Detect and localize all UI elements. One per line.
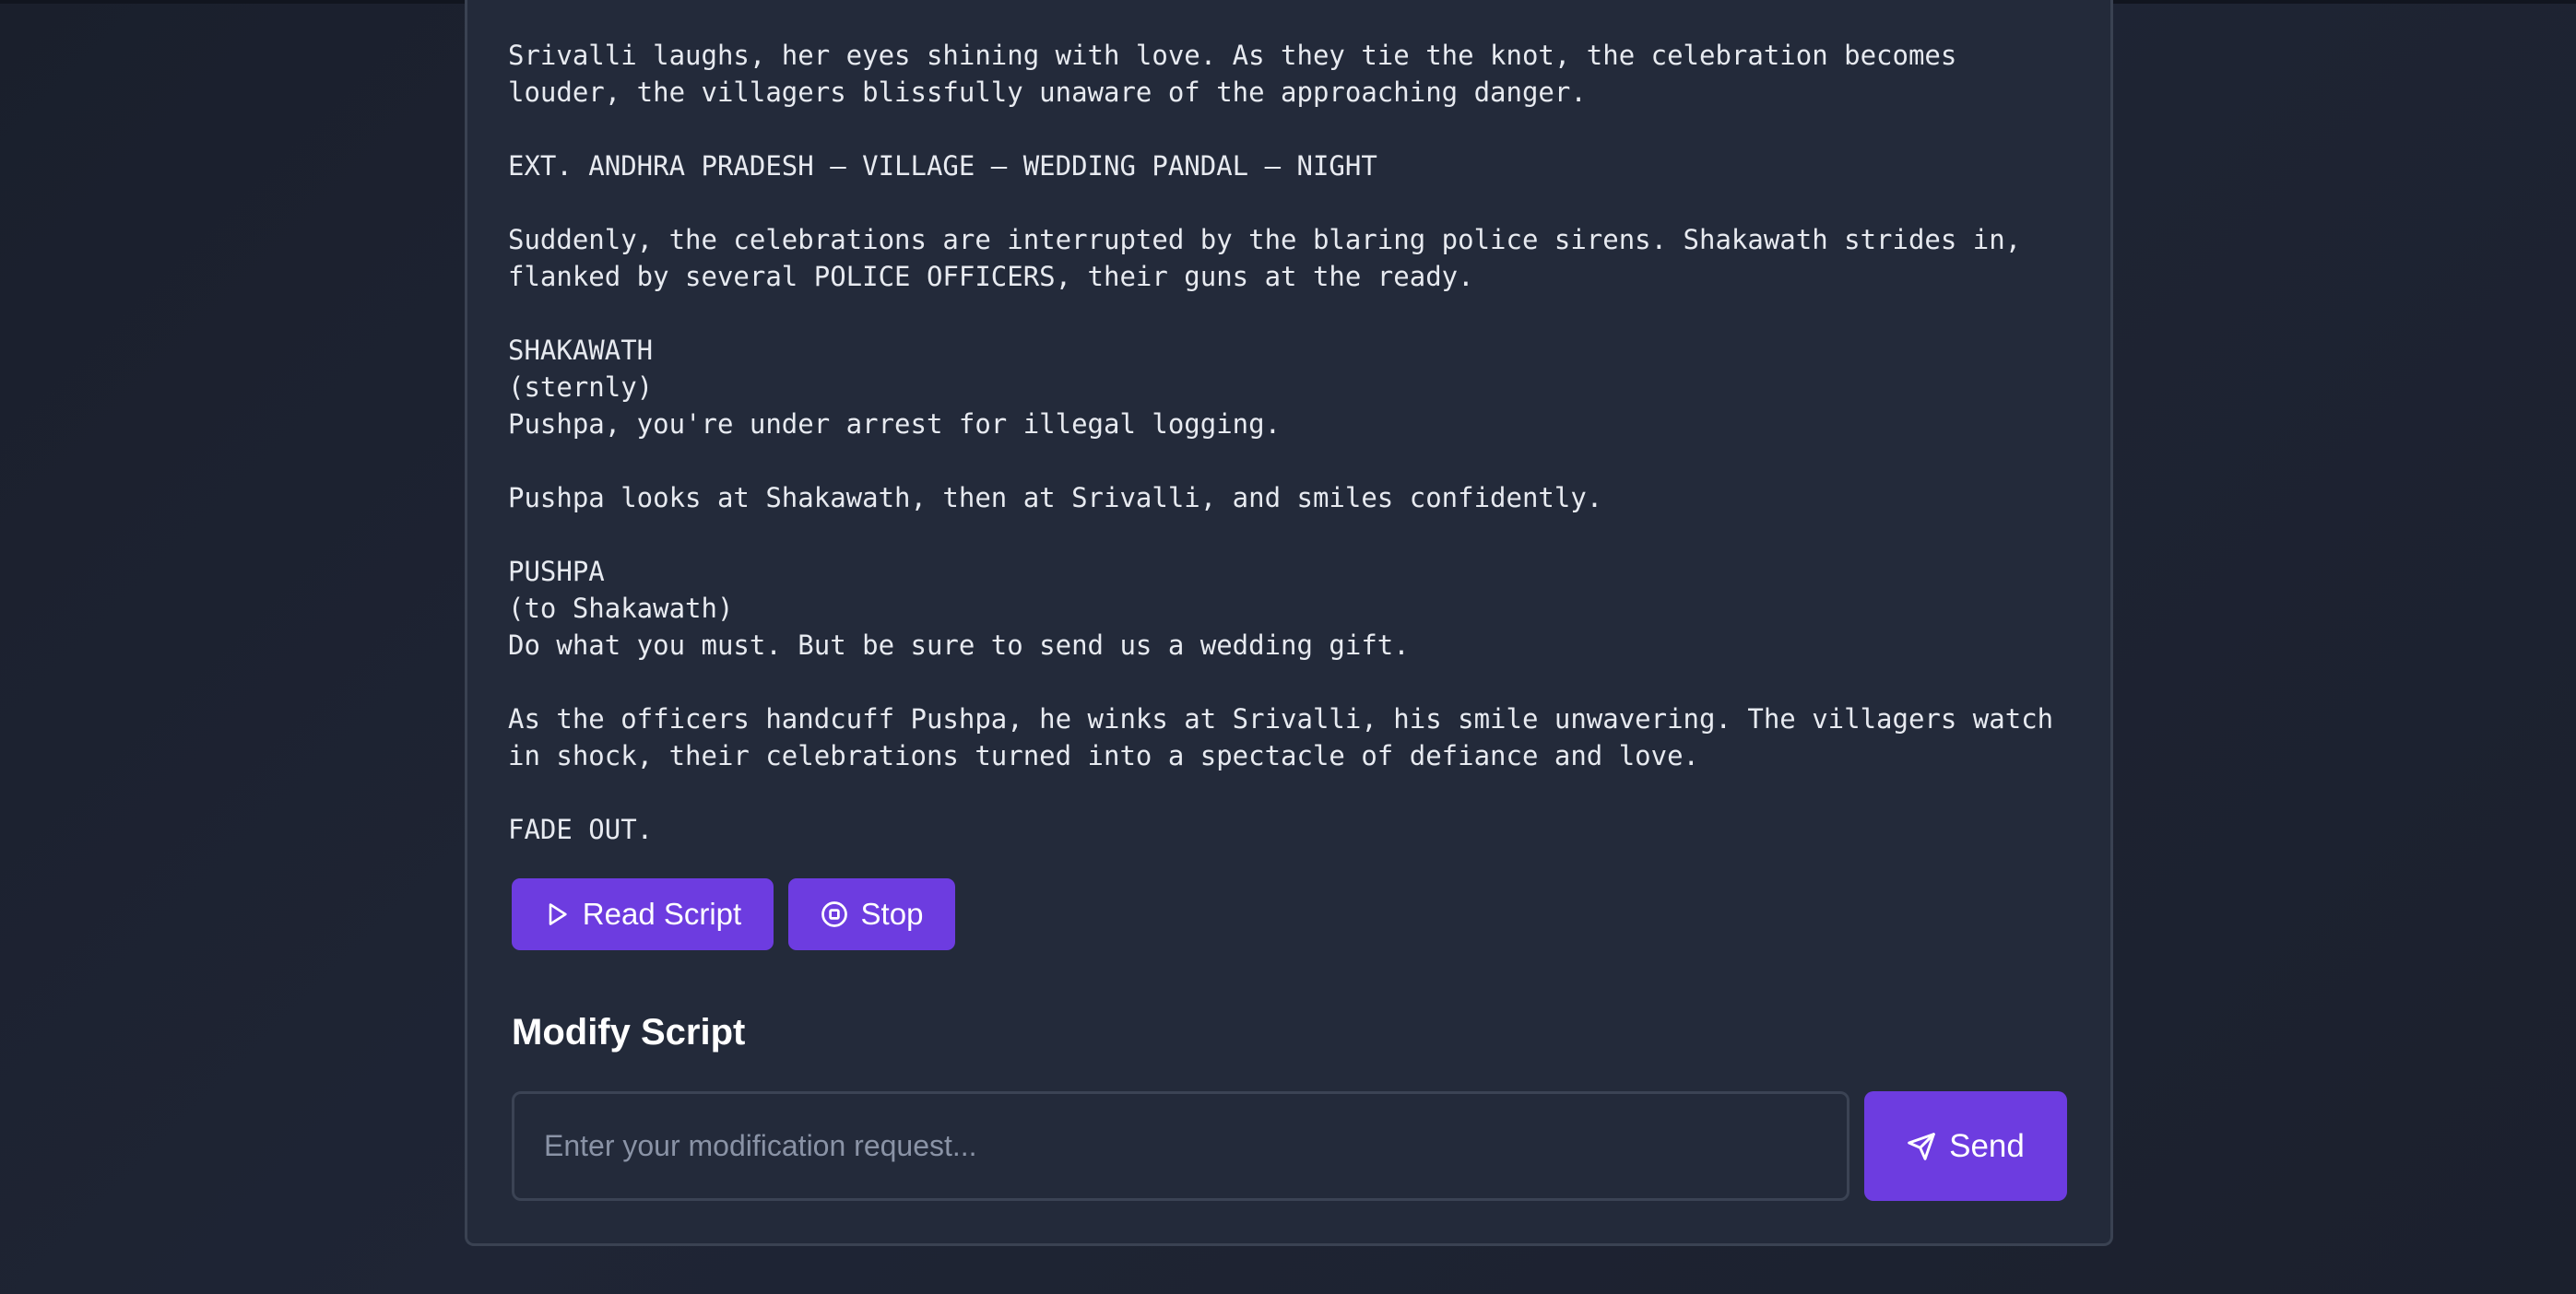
stop-label: Stop [860, 897, 924, 931]
modification-request-input[interactable] [512, 1091, 1849, 1201]
modify-script-heading: Modify Script [512, 1012, 746, 1053]
read-script-label: Read Script [582, 897, 742, 931]
send-icon [1907, 1132, 1936, 1161]
script-text: Srivalli laughs, her eyes shining with l… [508, 40, 2054, 845]
stop-button[interactable]: Stop [788, 878, 955, 950]
read-script-button[interactable]: Read Script [512, 878, 774, 950]
send-label: Send [1949, 1127, 2025, 1164]
stop-circle-icon [821, 900, 848, 928]
send-button[interactable]: Send [1864, 1091, 2067, 1201]
play-icon [544, 900, 570, 928]
